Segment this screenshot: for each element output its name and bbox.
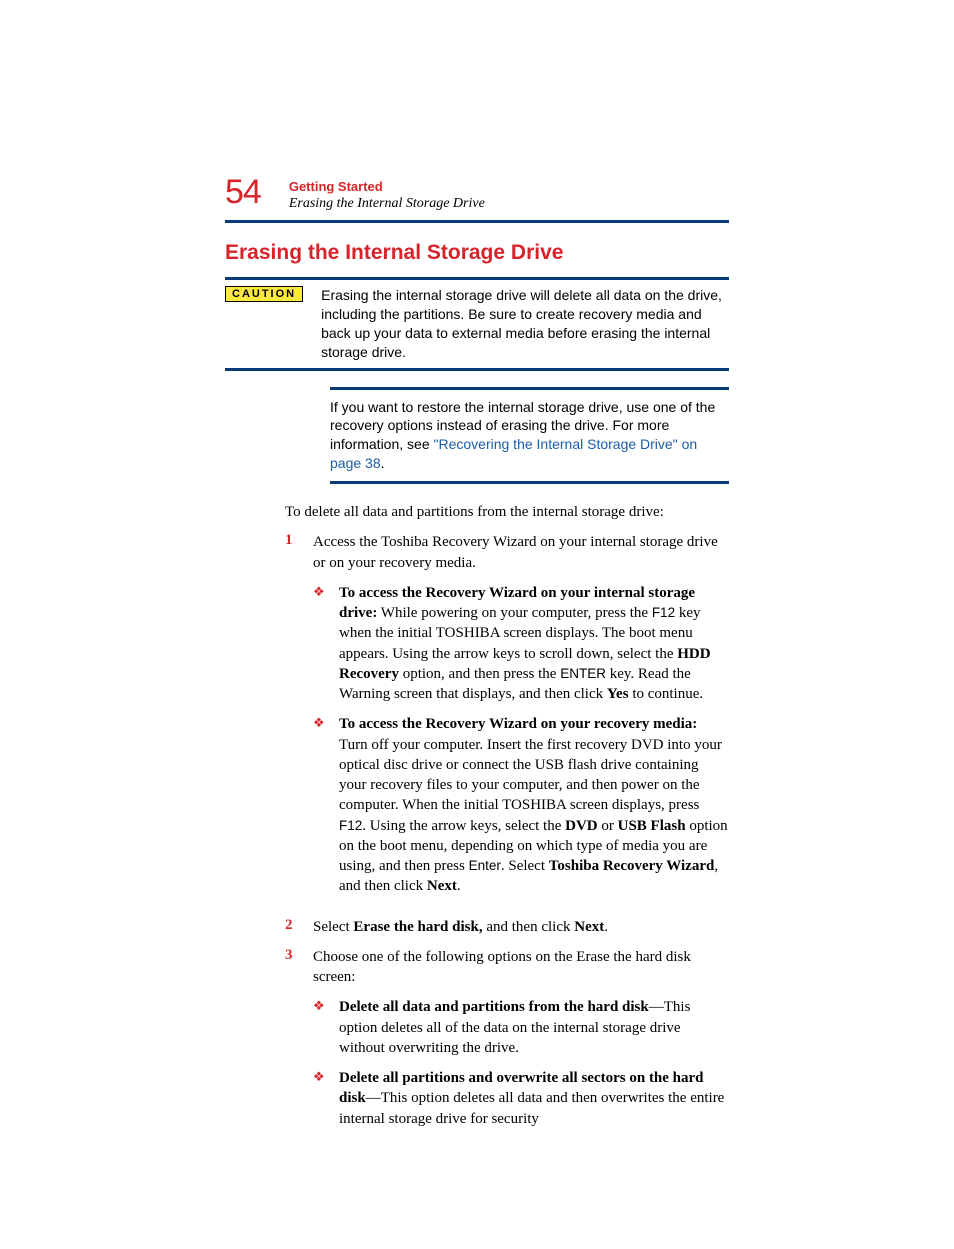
- step-body: Select Erase the hard disk, and then cli…: [313, 917, 729, 937]
- key-name: F12: [339, 818, 362, 833]
- bold-text: Toshiba Recovery Wizard: [549, 858, 715, 874]
- key-name: ENTER: [560, 666, 606, 681]
- sub-body: To access the Recovery Wizard on your in…: [339, 583, 729, 705]
- page-number: 54: [225, 175, 261, 209]
- sub-body: To access the Recovery Wizard on your re…: [339, 714, 729, 896]
- bold-text: Delete all data and partitions from the …: [339, 999, 649, 1015]
- bold-text: USB Flash: [618, 818, 686, 834]
- step-body: Access the Toshiba Recovery Wizard on yo…: [313, 532, 729, 906]
- note-suffix: .: [381, 455, 385, 471]
- body-text: . Using the arrow keys, select the: [362, 818, 565, 834]
- ordered-steps: 1 Access the Toshiba Recovery Wizard on …: [285, 532, 729, 1139]
- key-name: Enter: [469, 858, 501, 873]
- step-1-sub-a: ❖ To access the Recovery Wizard on your …: [313, 583, 729, 705]
- diamond-bullet-icon: ❖: [313, 997, 339, 1058]
- key-name: F12: [652, 605, 675, 620]
- bold-text: Next: [427, 878, 457, 894]
- body-text: and then click: [483, 919, 575, 935]
- note-text: If you want to restore the internal stor…: [330, 398, 729, 474]
- intro-paragraph: To delete all data and partitions from t…: [285, 502, 729, 522]
- body-text: option, and then press the: [399, 666, 560, 682]
- diamond-bullet-icon: ❖: [313, 714, 339, 896]
- bold-text: Erase the hard disk,: [353, 919, 482, 935]
- step-1-sub-b: ❖ To access the Recovery Wizard on your …: [313, 714, 729, 896]
- header-rule: [225, 220, 729, 223]
- step-1: 1 Access the Toshiba Recovery Wizard on …: [285, 532, 729, 906]
- note-block: If you want to restore the internal stor…: [330, 387, 729, 485]
- step-3-text: Choose one of the following options on t…: [313, 949, 691, 985]
- step-3-sub-b: ❖ Delete all partitions and overwrite al…: [313, 1068, 729, 1129]
- sub-body: Delete all data and partitions from the …: [339, 997, 729, 1058]
- body-text: . Select: [501, 858, 549, 874]
- header-texts: Getting Started Erasing the Internal Sto…: [289, 175, 485, 212]
- step-3-sub-a: ❖ Delete all data and partitions from th…: [313, 997, 729, 1058]
- breadcrumb: Getting Started: [289, 179, 485, 194]
- page-header: 54 Getting Started Erasing the Internal …: [225, 175, 729, 212]
- caution-block: CAUTION Erasing the internal storage dri…: [225, 277, 729, 371]
- step-number: 1: [285, 532, 313, 906]
- bold-text: Next: [574, 919, 604, 935]
- running-subheading: Erasing the Internal Storage Drive: [289, 196, 485, 212]
- caution-label: CAUTION: [225, 286, 303, 302]
- bold-text: To access the Recovery Wizard on your re…: [339, 716, 697, 732]
- sub-body: Delete all partitions and overwrite all …: [339, 1068, 729, 1129]
- step-number: 3: [285, 947, 313, 1139]
- section-title: Erasing the Internal Storage Drive: [225, 241, 729, 265]
- step-3-sublist: ❖ Delete all data and partitions from th…: [313, 997, 729, 1129]
- document-page: 54 Getting Started Erasing the Internal …: [0, 0, 954, 1249]
- bold-text: Yes: [607, 686, 629, 702]
- body-text: Turn off your computer. Insert the first…: [339, 737, 722, 814]
- body-text: .: [457, 878, 461, 894]
- step-3: 3 Choose one of the following options on…: [285, 947, 729, 1139]
- caution-text: Erasing the internal storage drive will …: [321, 286, 729, 362]
- step-number: 2: [285, 917, 313, 937]
- diamond-bullet-icon: ❖: [313, 583, 339, 705]
- body-text: .: [604, 919, 608, 935]
- step-2: 2 Select Erase the hard disk, and then c…: [285, 917, 729, 937]
- bold-text: DVD: [565, 818, 598, 834]
- body-text: or: [598, 818, 618, 834]
- diamond-bullet-icon: ❖: [313, 1068, 339, 1129]
- body-text: Select: [313, 919, 353, 935]
- body-text: —This option deletes all data and then o…: [339, 1090, 724, 1126]
- body-text: to continue.: [629, 686, 704, 702]
- body-text: While powering on your computer, press t…: [377, 605, 651, 621]
- step-1-sublist: ❖ To access the Recovery Wizard on your …: [313, 583, 729, 897]
- step-1-text: Access the Toshiba Recovery Wizard on yo…: [313, 534, 718, 570]
- step-body: Choose one of the following options on t…: [313, 947, 729, 1139]
